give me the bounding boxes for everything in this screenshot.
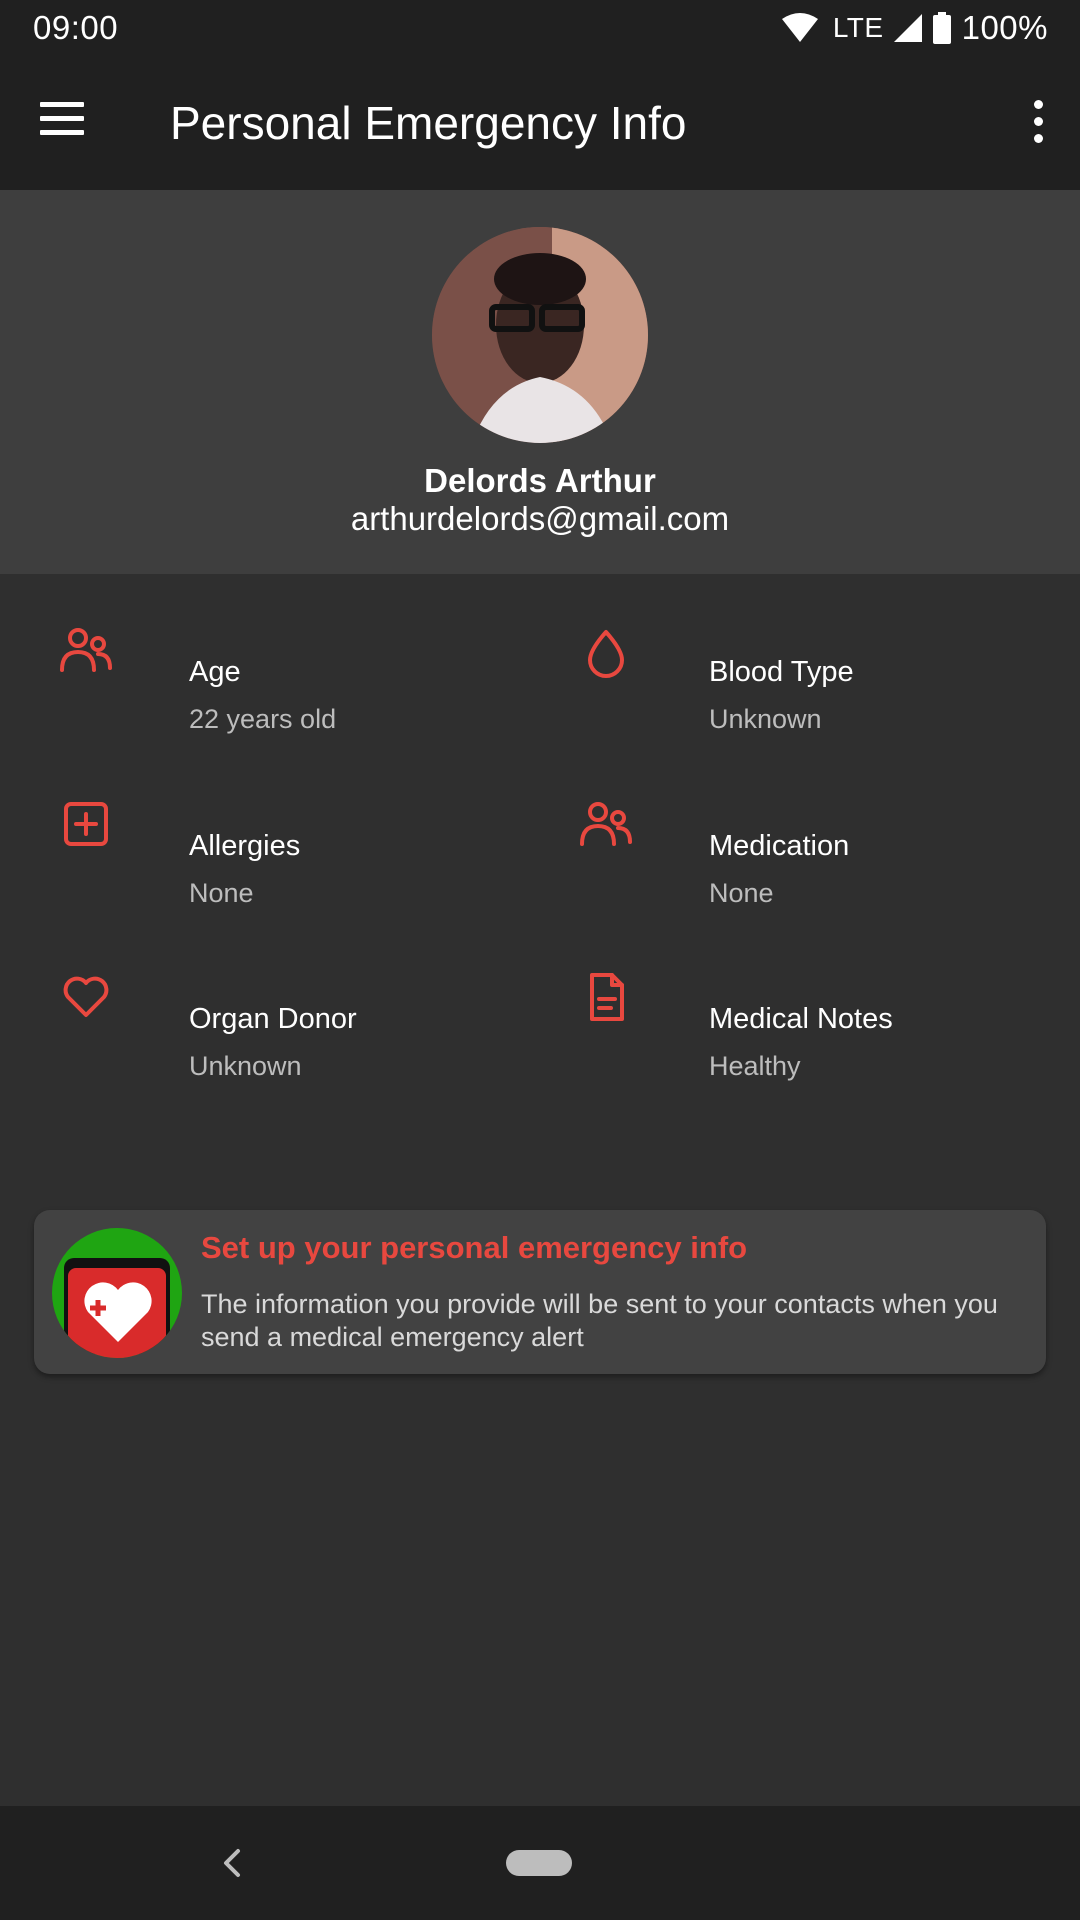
info-item-organ-donor[interactable]: Organ Donor Unknown bbox=[0, 921, 520, 1081]
info-label: Blood Type bbox=[709, 656, 854, 688]
status-bar: 09:00 LTE 100% bbox=[0, 0, 1080, 56]
setup-emergency-info-card[interactable]: Set up your personal emergency info The … bbox=[34, 1210, 1046, 1374]
wifi-icon bbox=[781, 13, 818, 42]
back-icon[interactable] bbox=[210, 1841, 254, 1885]
info-item-medical-notes[interactable]: Medical Notes Healthy bbox=[520, 921, 1040, 1081]
menu-icon[interactable] bbox=[40, 102, 90, 142]
card-description: The information you provide will be sent… bbox=[201, 1289, 998, 1352]
medical-heart-icon bbox=[52, 1228, 182, 1358]
avatar-photo bbox=[432, 227, 648, 443]
profile-email: arthurdelords@gmail.com bbox=[350, 500, 730, 537]
info-item-medication[interactable]: Medication None bbox=[520, 748, 1040, 908]
info-label: Age bbox=[189, 656, 241, 688]
home-pill[interactable] bbox=[506, 1850, 572, 1876]
info-label: Allergies bbox=[189, 830, 301, 862]
system-nav-bar bbox=[0, 1806, 1080, 1920]
medical-plus-icon bbox=[64, 802, 108, 846]
profile-header: Delords Arthur arthurdelords@gmail.com bbox=[0, 190, 1080, 574]
battery-percent: 100% bbox=[961, 9, 1048, 46]
profile-name: Delords Arthur bbox=[424, 462, 656, 499]
info-item-blood-type[interactable]: Blood Type Unknown bbox=[520, 574, 1040, 734]
info-value: Healthy bbox=[709, 1051, 801, 1081]
people-icon bbox=[580, 802, 632, 846]
status-icons: LTE 100% bbox=[781, 9, 1048, 47]
status-time: 09:00 bbox=[33, 9, 119, 46]
info-value: 22 years old bbox=[189, 704, 337, 734]
signal-icon bbox=[893, 14, 922, 42]
info-value: Unknown bbox=[189, 1051, 302, 1081]
network-type: LTE bbox=[832, 12, 884, 43]
avatar[interactable] bbox=[432, 227, 648, 443]
info-value: None bbox=[189, 878, 254, 908]
info-label: Medical Notes bbox=[709, 1003, 893, 1035]
info-label: Organ Donor bbox=[189, 1003, 357, 1035]
more-options-icon[interactable] bbox=[1026, 100, 1050, 148]
info-item-allergies[interactable]: Allergies None bbox=[0, 748, 520, 908]
info-label: Medication bbox=[709, 830, 850, 862]
info-value: Unknown bbox=[709, 704, 822, 734]
heart-icon bbox=[63, 976, 109, 1017]
info-value: None bbox=[709, 878, 774, 908]
app-bar: Personal Emergency Info bbox=[0, 56, 1080, 190]
people-icon bbox=[60, 628, 112, 672]
info-item-age[interactable]: Age 22 years old bbox=[0, 574, 520, 734]
page-title: Personal Emergency Info bbox=[170, 97, 687, 149]
battery-icon bbox=[932, 12, 951, 44]
blood-drop-icon bbox=[588, 630, 624, 678]
card-title: Set up your personal emergency info bbox=[201, 1230, 748, 1265]
document-icon bbox=[590, 973, 624, 1021]
